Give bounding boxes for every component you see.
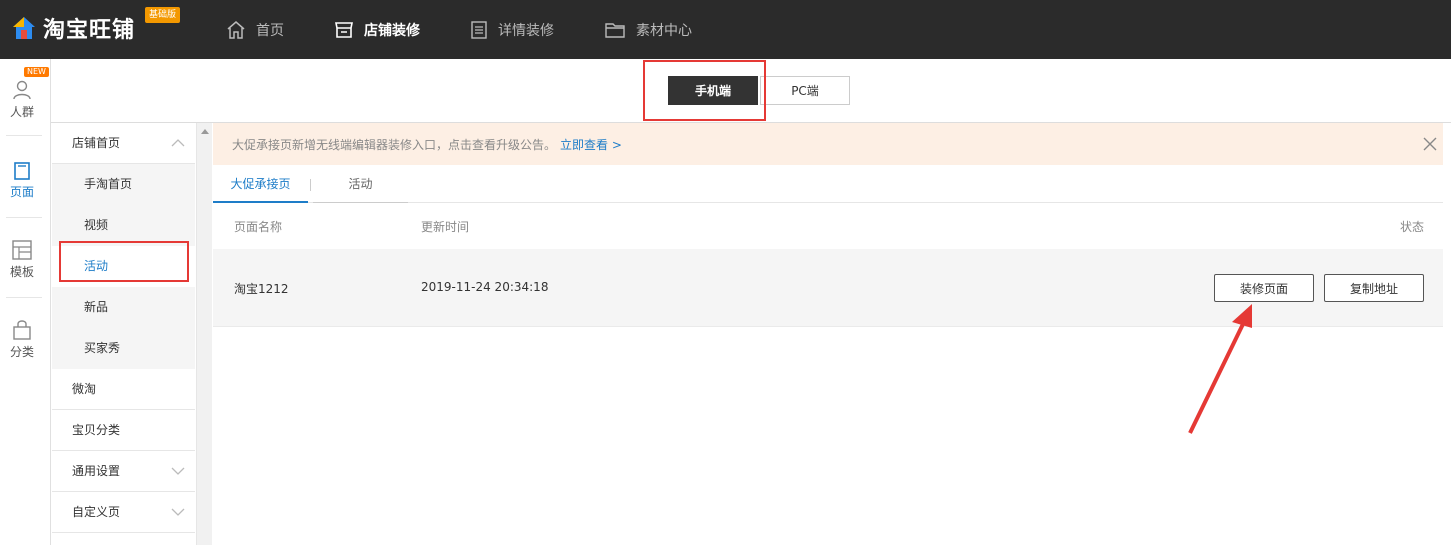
rail-label-page: 页面 <box>9 185 34 199</box>
tab-divider <box>310 179 311 191</box>
rail-item-category[interactable]: 分类 <box>0 319 44 360</box>
header-page-name: 页面名称 <box>234 220 283 234</box>
menu-group-label: 微淘 <box>72 382 97 396</box>
decorate-page-button[interactable]: 装修页面 <box>1214 274 1314 302</box>
menu-group-item-category[interactable]: 宝贝分类 <box>52 410 195 451</box>
rail-item-template[interactable]: 模板 <box>0 239 44 280</box>
notice-bar: 大促承接页新增无线端编辑器装修入口，点击查看升级公告。 立即查看 > <box>213 123 1443 165</box>
topnav-material-label: 素材中心 <box>636 22 692 39</box>
chevron-down-icon <box>171 467 185 475</box>
sub-item-new-products[interactable]: 新品 <box>52 287 195 328</box>
top-bar: 淘宝旺铺 基础版 首页 店铺装修 详情装修 素材中心 <box>0 0 1451 59</box>
topnav-material-center[interactable]: 素材中心 <box>604 0 692 59</box>
highlight-box-mobile <box>643 60 766 121</box>
table-header: 页面名称 更新时间 状态 <box>213 203 1443 249</box>
menu-group-shop-home[interactable]: 店铺首页 <box>52 123 195 164</box>
house-logo-icon <box>13 17 35 39</box>
menu-group-custom-page[interactable]: 自定义页 <box>52 492 195 533</box>
menu-scrollbar[interactable] <box>196 123 212 545</box>
folder-icon <box>605 22 625 38</box>
tab-activity[interactable]: 活动 <box>313 165 408 203</box>
edition-badge: 基础版 <box>145 7 181 23</box>
pc-tab-button[interactable]: PC端 <box>760 76 850 105</box>
sub-item-buyer-show[interactable]: 买家秀 <box>52 328 195 369</box>
rail-divider <box>6 217 42 218</box>
rail-item-page[interactable]: 页面 <box>0 161 44 200</box>
template-icon <box>12 240 32 260</box>
notice-text: 大促承接页新增无线端编辑器装修入口，点击查看升级公告。 <box>232 137 557 152</box>
topnav-home-label: 首页 <box>256 22 284 39</box>
person-icon <box>13 80 31 100</box>
copy-address-button[interactable]: 复制地址 <box>1324 274 1424 302</box>
bag-icon <box>13 320 31 340</box>
menu-group-label: 店铺首页 <box>72 136 121 150</box>
topnav-shop-label: 店铺装修 <box>364 22 420 39</box>
document-icon <box>471 20 487 39</box>
menu-group-general-settings[interactable]: 通用设置 <box>52 451 195 492</box>
left-rail: NEW 人群 页面 模板 分类 <box>0 59 51 545</box>
tab-promotion-landing[interactable]: 大促承接页 <box>213 165 308 203</box>
annotation-arrow <box>1188 304 1252 434</box>
row-page-name: 淘宝1212 <box>234 282 289 296</box>
topnav-home[interactable]: 首页 <box>226 0 284 59</box>
rail-divider <box>6 135 42 136</box>
logo[interactable]: 淘宝旺铺 <box>11 10 135 46</box>
highlight-box-activity <box>59 241 189 282</box>
sub-item-video[interactable]: 视频 <box>52 205 195 246</box>
top-nav: 首页 店铺装修 详情装修 素材中心 <box>226 0 742 59</box>
page-tabs: 大促承接页 活动 <box>213 165 1443 203</box>
topnav-shop-decoration[interactable]: 店铺装修 <box>334 0 420 59</box>
menu-group-label: 通用设置 <box>72 464 121 478</box>
rail-label-audience: 人群 <box>9 105 34 119</box>
close-icon[interactable] <box>1423 137 1437 151</box>
sub-item-mobile-home[interactable]: 手淘首页 <box>52 164 195 205</box>
rail-divider <box>6 297 42 298</box>
scroll-up-arrow-icon[interactable] <box>201 129 209 134</box>
topnav-detail-label: 详情装修 <box>498 22 554 39</box>
chevron-up-icon <box>171 139 185 147</box>
rail-label-template: 模板 <box>9 265 34 279</box>
header-update-time: 更新时间 <box>421 220 470 234</box>
menu-group-label: 宝贝分类 <box>72 423 121 437</box>
header-status: 状态 <box>1399 220 1424 234</box>
notice-link[interactable]: 立即查看 > <box>560 136 622 153</box>
topnav-detail-decoration[interactable]: 详情装修 <box>470 0 554 59</box>
row-update-time: 2019-11-24 20:34:18 <box>421 280 549 294</box>
shop-icon <box>335 21 353 38</box>
home-icon <box>227 20 245 39</box>
page-icon <box>14 162 30 180</box>
menu-group-weitao[interactable]: 微淘 <box>52 369 195 410</box>
logo-text: 淘宝旺铺 <box>43 18 136 43</box>
menu-group-label: 自定义页 <box>72 505 121 519</box>
new-badge: NEW <box>24 67 49 77</box>
rail-item-audience[interactable]: NEW 人群 <box>0 67 49 120</box>
chevron-down-icon <box>171 508 185 516</box>
rail-label-category: 分类 <box>9 345 34 359</box>
left-menu: 店铺首页 手淘首页 视频 活动 新品 买家秀 微淘 宝贝分类 通用设置 自定义页 <box>52 123 195 545</box>
